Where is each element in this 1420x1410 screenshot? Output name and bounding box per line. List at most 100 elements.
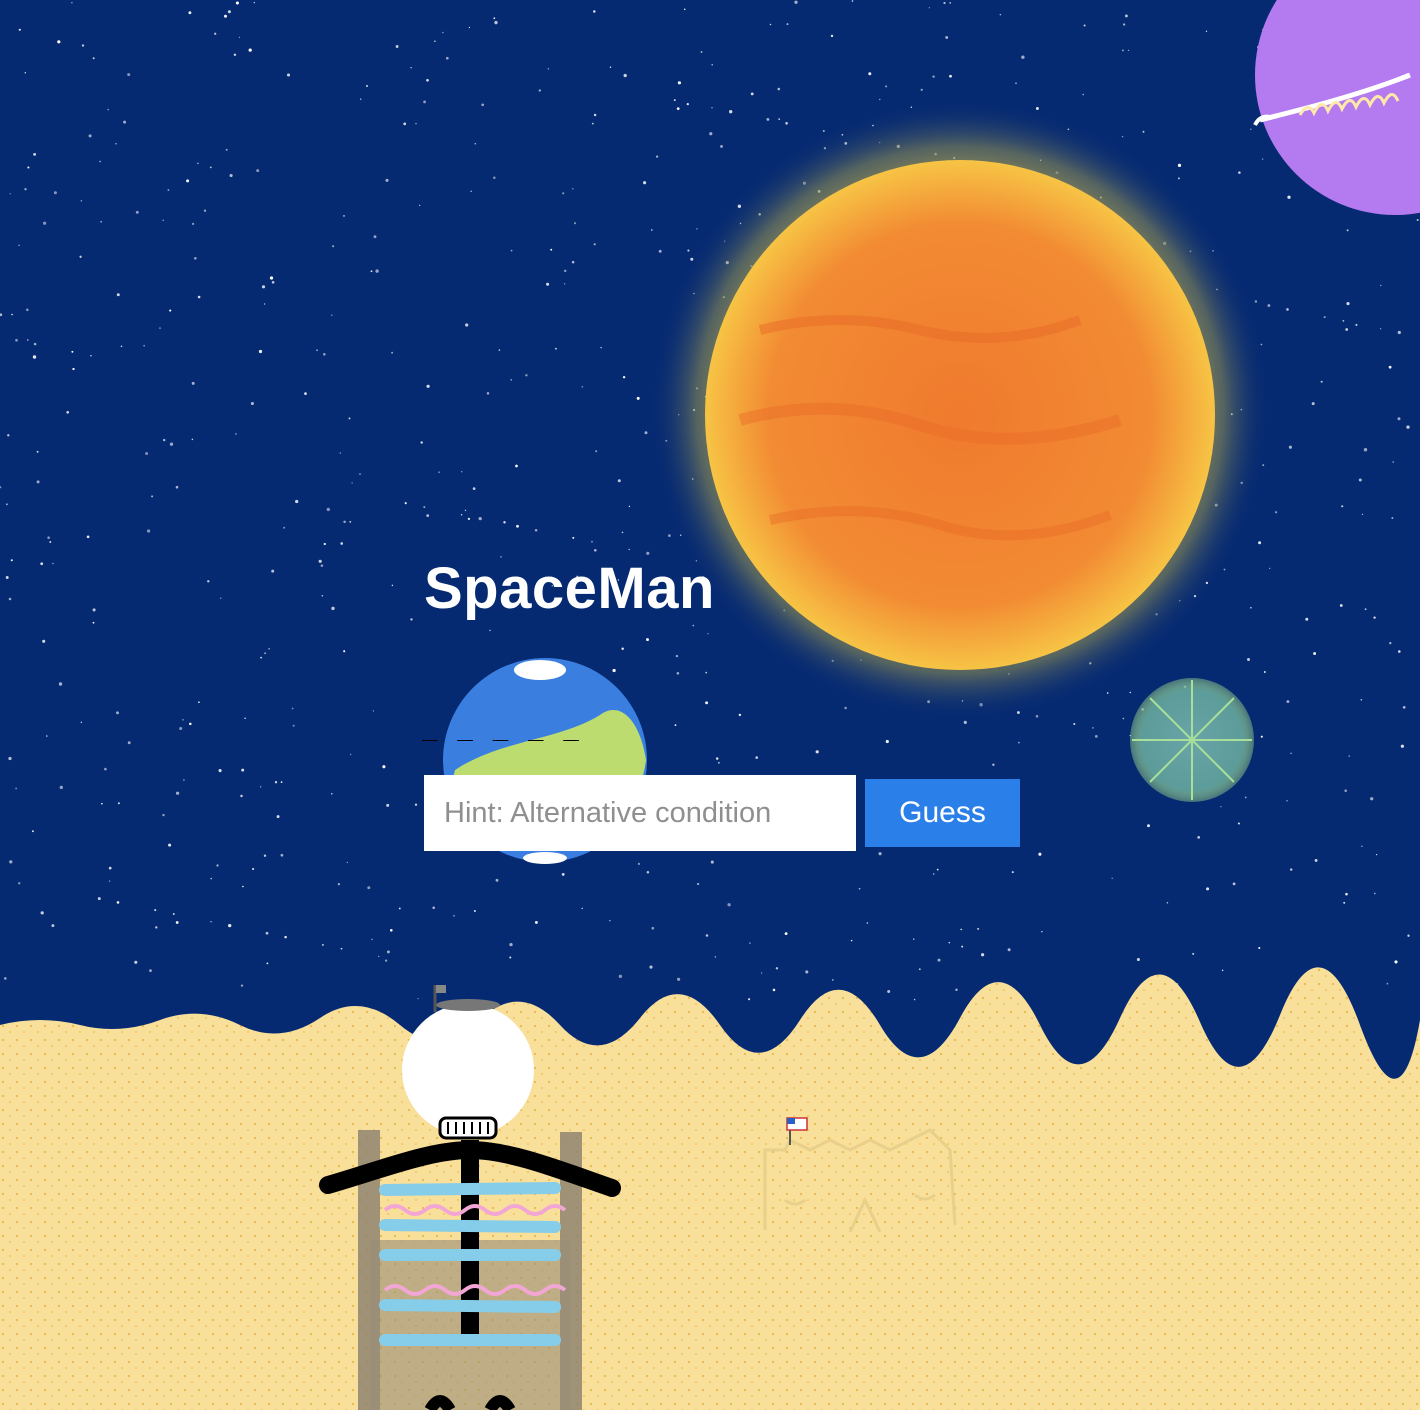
- star: [88, 134, 92, 138]
- star: [992, 763, 995, 766]
- star: [1346, 229, 1349, 232]
- star: [420, 441, 423, 444]
- star: [423, 506, 426, 509]
- star: [233, 53, 237, 56]
- star: [755, 756, 759, 759]
- star: [928, 7, 930, 9]
- star: [332, 245, 335, 248]
- star: [885, 85, 888, 88]
- star: [493, 176, 496, 180]
- star: [913, 938, 915, 940]
- star: [442, 31, 444, 34]
- star: [673, 99, 676, 102]
- star: [464, 509, 467, 512]
- star: [1258, 946, 1261, 950]
- star: [1007, 948, 1011, 952]
- star: [1407, 934, 1410, 937]
- star: [785, 122, 788, 125]
- star: [1177, 177, 1180, 180]
- star: [493, 17, 496, 20]
- star: [571, 260, 575, 264]
- star: [10, 559, 13, 562]
- star: [1345, 892, 1348, 896]
- star: [395, 45, 399, 48]
- star: [1386, 982, 1389, 985]
- star: [426, 514, 430, 517]
- star: [214, 32, 217, 35]
- star: [649, 965, 653, 969]
- star: [203, 209, 207, 212]
- star: [27, 339, 29, 341]
- star: [263, 303, 266, 305]
- star: [1247, 658, 1250, 661]
- star: [1392, 461, 1394, 463]
- star: [738, 713, 742, 717]
- star: [1092, 727, 1094, 729]
- star: [365, 84, 369, 88]
- star: [80, 199, 83, 202]
- guess-input[interactable]: [424, 775, 856, 851]
- star: [1364, 608, 1367, 611]
- star: [72, 367, 75, 371]
- star: [612, 668, 616, 673]
- star: [769, 23, 772, 26]
- star: [547, 67, 550, 70]
- star: [1177, 163, 1182, 168]
- guess-button[interactable]: Guess: [865, 779, 1020, 847]
- star: [593, 10, 596, 13]
- star: [99, 160, 101, 163]
- star: [1038, 852, 1042, 856]
- star: [1320, 380, 1323, 383]
- star: [175, 921, 179, 924]
- star: [727, 903, 731, 907]
- space-background: [0, 0, 1420, 1410]
- star: [127, 73, 131, 77]
- star: [15, 787, 17, 790]
- star: [851, 0, 854, 2]
- star: [617, 479, 621, 483]
- star: [932, 873, 935, 875]
- star: [71, 350, 74, 353]
- star: [1394, 960, 1398, 964]
- star: [251, 867, 255, 871]
- star: [707, 633, 709, 635]
- green-planet-icon: [1130, 678, 1254, 802]
- star: [1346, 302, 1350, 306]
- star: [748, 998, 751, 1001]
- star: [593, 113, 597, 117]
- star: [323, 353, 326, 356]
- star: [192, 222, 195, 225]
- star: [92, 57, 95, 60]
- star: [1342, 319, 1345, 322]
- star: [1398, 650, 1401, 653]
- star: [1082, 93, 1084, 96]
- star: [108, 880, 111, 882]
- star: [410, 67, 412, 69]
- star: [554, 347, 557, 350]
- star: [794, 0, 798, 4]
- star: [650, 229, 653, 231]
- star: [696, 228, 698, 230]
- star: [370, 270, 373, 273]
- star: [116, 711, 119, 715]
- star: [778, 118, 780, 120]
- star: [784, 932, 788, 936]
- star: [414, 803, 418, 806]
- star: [1083, 24, 1086, 27]
- star: [572, 536, 575, 539]
- star: [218, 769, 222, 773]
- star: [1370, 797, 1374, 801]
- star: [343, 650, 346, 653]
- star: [159, 327, 161, 329]
- star: [999, 13, 1002, 16]
- star: [349, 520, 352, 523]
- star: [24, 72, 26, 74]
- star: [331, 314, 333, 317]
- star: [1341, 505, 1344, 508]
- star: [474, 142, 477, 145]
- star: [1358, 478, 1362, 482]
- star: [1250, 606, 1252, 609]
- star: [515, 464, 518, 468]
- star: [1142, 130, 1145, 133]
- star: [276, 815, 280, 819]
